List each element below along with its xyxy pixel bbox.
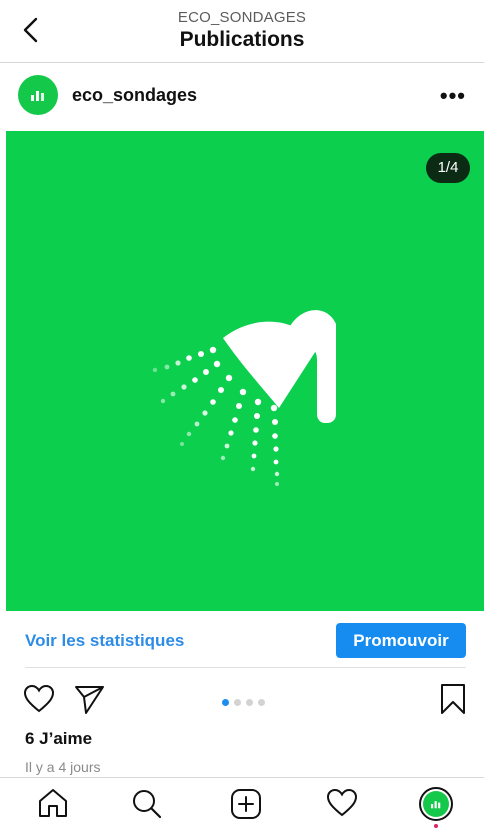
- bar-chart-logo-icon: [31, 91, 44, 101]
- bottom-tab-bar: [0, 777, 484, 828]
- divider: [25, 667, 466, 668]
- like-heart-icon[interactable]: [23, 684, 55, 719]
- likes-count[interactable]: 6 J’aime: [25, 729, 92, 749]
- search-icon[interactable]: [131, 788, 163, 825]
- new-post-icon[interactable]: [230, 788, 262, 825]
- page-title: Publications: [179, 28, 305, 51]
- image-counter-badge: 1/4: [426, 153, 470, 183]
- promote-button[interactable]: Promouvoir: [336, 623, 466, 658]
- view-insights-link[interactable]: Voir les statistiques: [25, 631, 184, 651]
- insights-bar: Voir les statistiques Promouvoir: [0, 612, 484, 668]
- profile-tab-avatar[interactable]: [419, 787, 453, 821]
- activity-heart-icon[interactable]: [326, 788, 358, 823]
- share-send-icon[interactable]: [74, 683, 106, 720]
- avatar: [423, 791, 449, 817]
- home-icon[interactable]: [37, 788, 69, 823]
- carousel-dot: [258, 699, 265, 706]
- more-options-icon[interactable]: •••: [440, 83, 466, 109]
- bookmark-icon[interactable]: [440, 683, 466, 720]
- carousel-dot: [234, 699, 241, 706]
- post-username[interactable]: eco_sondages: [72, 85, 197, 106]
- notification-dot: [434, 824, 438, 828]
- post-actions: [0, 674, 484, 724]
- shower-head-icon: [152, 310, 336, 486]
- bar-chart-logo-icon: [431, 801, 441, 809]
- top-navigation-bar: ECO_SONDAGES Publications: [0, 0, 484, 63]
- avatar[interactable]: [18, 75, 58, 115]
- carousel-dot-active: [222, 699, 229, 706]
- header-account-name: ECO_SONDAGES: [177, 9, 307, 26]
- post-timestamp: Il y a 4 jours: [25, 759, 101, 775]
- carousel-dot: [246, 699, 253, 706]
- post-image[interactable]: 1/4: [6, 131, 484, 611]
- carousel-indicator: [222, 693, 270, 711]
- post-header: eco_sondages •••: [0, 63, 484, 131]
